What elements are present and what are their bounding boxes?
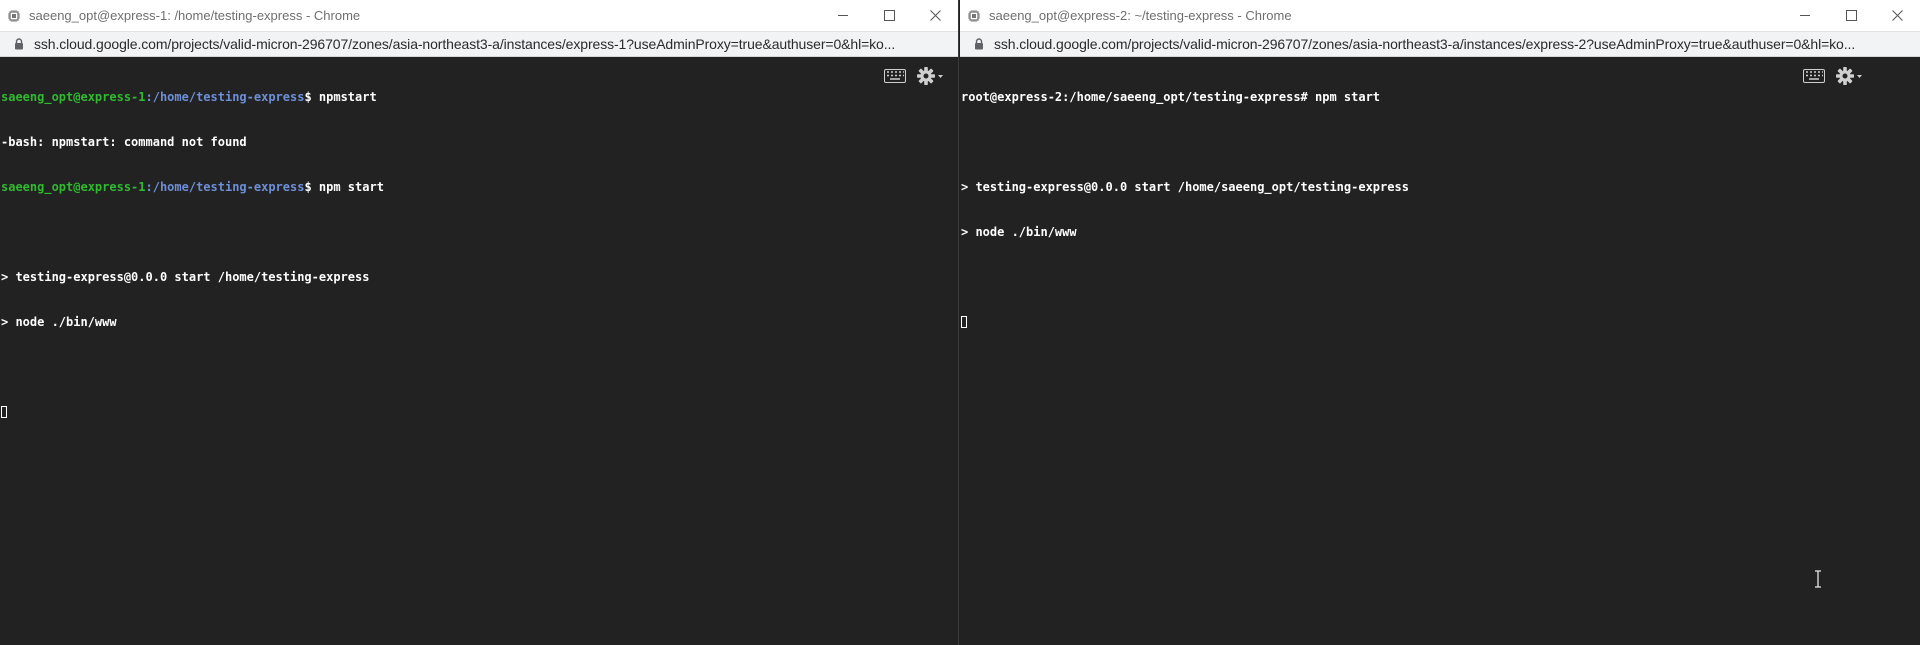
- gear-icon[interactable]: [1835, 66, 1863, 86]
- close-button[interactable]: [1874, 0, 1920, 32]
- url-text[interactable]: ssh.cloud.google.com/projects/valid-micr…: [994, 36, 1920, 52]
- maximize-button[interactable]: [866, 0, 912, 32]
- chrome-window-express-2: saeeng_opt@express-2: ~/testing-express …: [960, 0, 1920, 645]
- terminal-toolbar: [1803, 66, 1863, 86]
- minimize-icon: [1799, 15, 1810, 16]
- prompt-user: saeeng_opt@express-1: [1, 90, 146, 104]
- terminal-line: -bash: npmstart: command not found: [1, 135, 247, 149]
- lock-icon[interactable]: [14, 38, 24, 50]
- terminal-line: > node ./bin/www: [961, 225, 1077, 239]
- maximize-icon: [883, 10, 895, 21]
- terminal[interactable]: root@express-2:/home/saeeng_opt/testing-…: [960, 57, 1920, 360]
- command-text: $ npm start: [304, 180, 384, 194]
- chip-icon: [8, 9, 20, 22]
- chrome-window-express-1: saeeng_opt@express-1: /home/testing-expr…: [0, 0, 959, 645]
- minimize-button[interactable]: [820, 0, 866, 32]
- terminal-line: > testing-express@0.0.0 start /home/saee…: [961, 180, 1409, 194]
- terminal-cursor: [1, 406, 7, 418]
- terminal-line: saeeng_opt@express-1:/home/testing-expre…: [1, 90, 958, 105]
- prompt-path: :/home/testing-express: [145, 180, 305, 194]
- minimize-icon: [837, 15, 848, 16]
- title-bar[interactable]: saeeng_opt@express-1: /home/testing-expr…: [0, 0, 958, 32]
- prompt-user: saeeng_opt@express-1: [1, 180, 146, 194]
- text-cursor-icon: [1815, 570, 1821, 588]
- terminal-cursor-line: [961, 315, 1920, 330]
- window-title: saeeng_opt@express-2: ~/testing-express …: [989, 8, 1292, 23]
- keyboard-icon[interactable]: [884, 69, 906, 83]
- address-bar[interactable]: ssh.cloud.google.com/projects/valid-micr…: [0, 32, 958, 57]
- command-text: $ npmstart: [304, 90, 377, 104]
- window-title: saeeng_opt@express-1: /home/testing-expr…: [29, 8, 361, 23]
- maximize-icon: [1845, 10, 1857, 21]
- close-button[interactable]: [912, 0, 958, 32]
- gear-icon[interactable]: [916, 66, 944, 86]
- url-text[interactable]: ssh.cloud.google.com/projects/valid-micr…: [34, 36, 958, 52]
- lock-icon[interactable]: [974, 38, 984, 50]
- prompt-path: :/home/testing-express: [145, 90, 305, 104]
- maximize-button[interactable]: [1828, 0, 1874, 32]
- title-bar[interactable]: saeeng_opt@express-2: ~/testing-express …: [960, 0, 1920, 32]
- terminal-line: > node ./bin/www: [1, 315, 117, 329]
- address-bar[interactable]: ssh.cloud.google.com/projects/valid-micr…: [960, 32, 1920, 57]
- close-icon: [929, 10, 941, 21]
- terminal-line: root@express-2:/home/saeeng_opt/testing-…: [961, 90, 1381, 104]
- desktop: saeeng_opt@express-1: /home/testing-expr…: [0, 0, 1920, 645]
- keyboard-icon[interactable]: [1803, 69, 1825, 83]
- terminal-cursor: [961, 316, 967, 328]
- chip-icon: [968, 9, 980, 22]
- terminal-line: saeeng_opt@express-1:/home/testing-expre…: [1, 180, 958, 195]
- minimize-button[interactable]: [1782, 0, 1828, 32]
- terminal-line: > testing-express@0.0.0 start /home/test…: [1, 270, 370, 284]
- terminal[interactable]: saeeng_opt@express-1:/home/testing-expre…: [0, 57, 958, 450]
- terminal-cursor-line: [1, 405, 958, 420]
- terminal-toolbar: [884, 66, 944, 86]
- close-icon: [1891, 10, 1903, 21]
